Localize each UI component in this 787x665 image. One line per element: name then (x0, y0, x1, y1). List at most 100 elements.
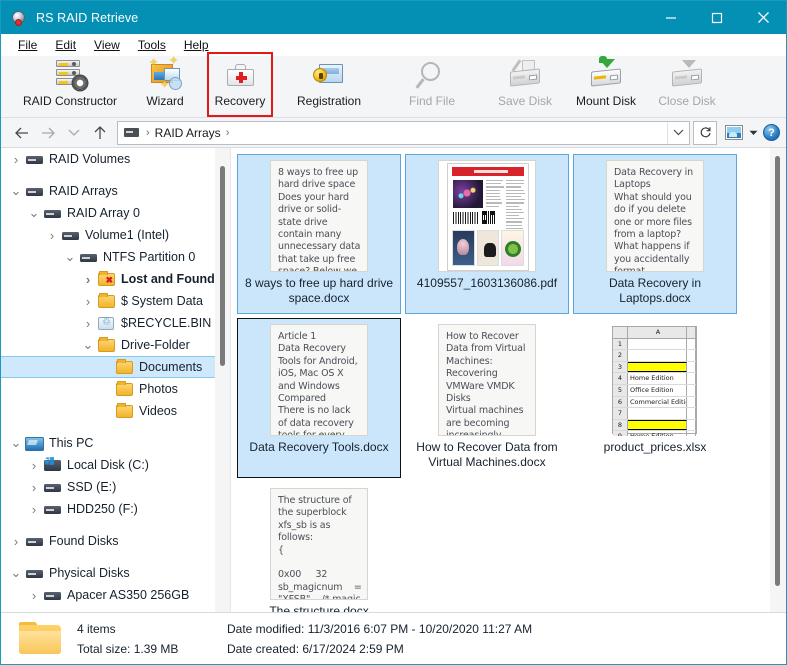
drive-icon (43, 586, 63, 604)
file-item[interactable]: Article 1 Data Recovery Tools for Androi… (237, 318, 401, 478)
drive-icon (124, 128, 139, 137)
status-total-size: Total size: 1.39 MB (77, 639, 227, 659)
breadcrumb-raid-arrays[interactable]: RAID Arrays (155, 126, 221, 140)
pc-icon (25, 434, 45, 452)
breadcrumb-bar[interactable]: › RAID Arrays › (117, 121, 690, 145)
recent-locations-button[interactable] (61, 121, 87, 145)
up-button[interactable] (87, 121, 113, 145)
breadcrumb-separator-2[interactable]: › (221, 127, 235, 139)
help-icon[interactable]: ? (763, 124, 780, 141)
tree-item-drive-folder[interactable]: ⌄ Drive-Folder (1, 334, 230, 356)
chevron-right-icon[interactable]: › (25, 458, 43, 473)
file-name-label: product_prices.xlsx (575, 440, 735, 455)
chevron-right-icon[interactable]: › (7, 152, 25, 167)
document-preview-thumbnail: The structure of the superblock xfs_sb i… (270, 488, 368, 600)
tree-scrollbar-thumb[interactable] (220, 166, 225, 366)
chevron-right-icon[interactable]: › (79, 272, 97, 287)
menu-item-tools[interactable]: Tools (129, 36, 175, 54)
application-window: RS RAID Retrieve File Edit View Tools He… (0, 0, 787, 665)
tree-item-label: RAID Volumes (49, 152, 130, 166)
toolbar-save-disk-label: Save Disk (498, 94, 552, 108)
tree-item-ntfs-partition-0[interactable]: ⌄ NTFS Partition 0 (1, 246, 230, 268)
tree-item-photos[interactable]: Photos (1, 378, 230, 400)
chevron-right-icon[interactable]: › (25, 480, 43, 495)
toolbar-raid-constructor-button[interactable]: RAID Constructor (11, 56, 129, 116)
save-disk-icon (507, 58, 543, 92)
file-item[interactable]: 8 ways to free up hard drive space Does … (237, 154, 401, 314)
tree-item-volume1-intel[interactable]: › Volume1 (Intel) (1, 224, 230, 246)
drive-icon (25, 564, 45, 582)
toolbar-wizard-button[interactable]: ✦ ✦ ✦ Wizard (129, 56, 201, 116)
chevron-down-icon[interactable]: ⌄ (25, 209, 43, 217)
forward-button[interactable] (35, 121, 61, 145)
tree-item-raid-array-0[interactable]: ⌄ RAID Array 0 (1, 202, 230, 224)
toolbar-recovery-button[interactable]: Recovery (201, 56, 279, 116)
chevron-right-icon[interactable]: › (79, 294, 97, 309)
address-bar-right-controls: ? (717, 124, 780, 141)
picture-view-icon[interactable] (725, 125, 743, 140)
chevron-down-icon[interactable]: ⌄ (7, 439, 25, 447)
tree-item-raid-volumes[interactable]: › RAID Volumes (1, 148, 230, 170)
toolbar-registration-button[interactable]: Registration (279, 56, 379, 116)
toolbar-mount-disk-button[interactable]: Mount Disk (565, 56, 647, 116)
maximize-button[interactable] (694, 1, 740, 34)
file-item[interactable]: Data Recovery in Laptops What should you… (573, 154, 737, 314)
tree-item-apacer-as350-256gb[interactable]: › Apacer AS350 256GB (1, 584, 230, 606)
file-item[interactable]: The structure of the superblock xfs_sb i… (237, 482, 401, 612)
window-controls (648, 1, 786, 34)
navigation-tree[interactable]: › RAID Volumes ⌄ RAID Arrays ⌄ RAID Array 0 › V… (1, 148, 230, 612)
file-list-scrollbar-thumb[interactable] (775, 156, 780, 586)
tree-item-hdd250-f[interactable]: › HDD250 (F:) (1, 498, 230, 520)
menu-item-file[interactable]: File (9, 36, 46, 54)
tree-item-raid-arrays[interactable]: ⌄ RAID Arrays (1, 180, 230, 202)
file-thumbnail-grid[interactable]: 8 ways to free up hard drive space Does … (231, 148, 770, 612)
chevron-right-icon[interactable]: › (43, 228, 61, 243)
tree-item-this-pc[interactable]: ⌄ This PC (1, 432, 230, 454)
tree-item-ssd-e[interactable]: › SSD (E:) (1, 476, 230, 498)
tree-item-recycle-bin[interactable]: › $RECYCLE.BIN (1, 312, 230, 334)
menu-item-help[interactable]: Help (175, 36, 218, 54)
file-item[interactable]: How to Recover Data from Virtual Machine… (405, 318, 569, 478)
refresh-button[interactable] (693, 121, 717, 145)
tree-item-physical-disks[interactable]: ⌄ Physical Disks (1, 562, 230, 584)
chevron-down-icon[interactable]: ⌄ (79, 341, 97, 349)
tree-item-documents[interactable]: Documents (1, 356, 230, 378)
chevron-right-icon[interactable]: › (7, 534, 25, 549)
toolbar-find-file-button[interactable]: Find File (379, 56, 485, 116)
document-preview-text: 8 ways to free up hard drive space Does … (271, 161, 367, 272)
menu-file-label: File (18, 38, 37, 52)
chevron-right-icon[interactable]: › (79, 316, 97, 331)
close-button[interactable] (740, 1, 786, 34)
tree-item-label: RAID Arrays (49, 184, 118, 198)
file-item[interactable]: 4109557_1603136086.pdf (405, 154, 569, 314)
drive-icon (43, 478, 63, 496)
tree-item-videos[interactable]: Videos (1, 400, 230, 422)
chevron-right-icon[interactable]: › (25, 502, 43, 517)
magnifier-icon (414, 58, 450, 92)
tree-item-label: Photos (139, 382, 178, 396)
address-dropdown-button[interactable] (667, 122, 689, 144)
minimize-button[interactable] (648, 1, 694, 34)
file-item[interactable]: A 1 2 3 4 Home Edition 5 Office Edition 6 Commerc… (573, 318, 737, 478)
file-list-scrollbar[interactable] (770, 148, 786, 612)
tree-item-local-disk-c[interactable]: › Local Disk (C:) (1, 454, 230, 476)
address-bar: › RAID Arrays › ? (1, 118, 786, 148)
tree-scrollbar[interactable] (215, 148, 230, 612)
chevron-down-icon[interactable]: ⌄ (61, 253, 79, 261)
folder-icon (97, 336, 117, 354)
back-button[interactable] (9, 121, 35, 145)
tree-item-found-disks[interactable]: › Found Disks (1, 530, 230, 552)
chevron-down-icon[interactable]: ⌄ (7, 187, 25, 195)
main-body: › RAID Volumes ⌄ RAID Arrays ⌄ RAID Array 0 › V… (1, 148, 786, 612)
tree-item-system-data[interactable]: › $ System Data (1, 290, 230, 312)
title-bar: RS RAID Retrieve (1, 1, 786, 34)
menu-item-edit[interactable]: Edit (46, 36, 85, 54)
chevron-down-icon[interactable]: ⌄ (7, 569, 25, 577)
toolbar-raid-constructor-label: RAID Constructor (23, 94, 117, 108)
view-caret-icon[interactable] (747, 127, 759, 139)
toolbar-save-disk-button[interactable]: Save Disk (485, 56, 565, 116)
tree-item-lost-and-found[interactable]: › ✖ Lost and Found (1, 268, 230, 290)
toolbar-close-disk-button[interactable]: Close Disk (647, 56, 727, 116)
chevron-right-icon[interactable]: › (25, 588, 43, 603)
menu-item-view[interactable]: View (85, 36, 129, 54)
